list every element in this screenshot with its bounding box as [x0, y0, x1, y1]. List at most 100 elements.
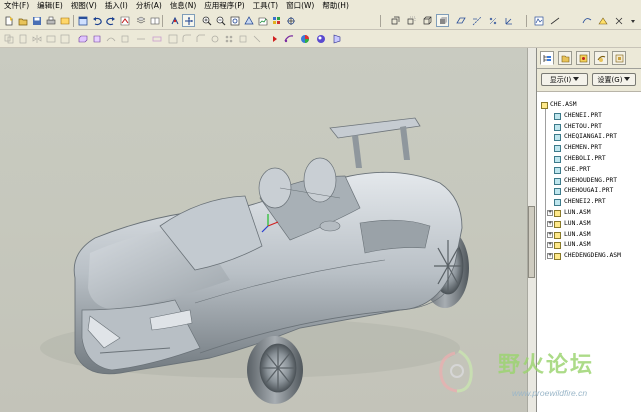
rib-icon[interactable] [150, 32, 163, 45]
expand-icon[interactable]: + [547, 220, 553, 227]
tree-node-label: CHEHOUDENG.PRT [564, 176, 618, 184]
menu-window[interactable]: 窗口(W) [282, 0, 318, 12]
cut-icon[interactable] [250, 32, 263, 45]
orient-icon[interactable] [182, 14, 195, 27]
model-setup-icon[interactable] [148, 14, 161, 27]
menu-tools[interactable]: 工具(T) [249, 0, 282, 12]
undo-icon[interactable] [90, 14, 103, 27]
sketch-icon[interactable] [532, 14, 545, 27]
tree-node[interactable]: CHETOU.PRT [537, 122, 641, 133]
shell-icon[interactable] [134, 32, 147, 45]
settings-button[interactable]: 设置(G) [592, 73, 636, 86]
pattern-icon[interactable] [222, 32, 235, 45]
scroll-thumb[interactable] [528, 206, 535, 278]
print-icon[interactable] [44, 14, 57, 27]
tree-node[interactable]: CHENEI.PRT [537, 111, 641, 122]
hole-icon[interactable] [208, 32, 221, 45]
reorient-icon[interactable] [242, 14, 255, 27]
favorites-tab[interactable] [576, 51, 590, 65]
refit-icon[interactable] [228, 14, 241, 27]
coordinate-systems-icon[interactable] [502, 14, 515, 27]
repaint-icon[interactable] [58, 14, 71, 27]
chamfer-icon[interactable] [194, 32, 207, 45]
save-icon[interactable] [30, 14, 43, 27]
copy-icon[interactable] [2, 32, 15, 45]
layers-tab[interactable] [612, 51, 626, 65]
color-appearance-icon[interactable] [298, 32, 311, 45]
tree-node[interactable]: + CHEDENGDENG.ASM [537, 251, 641, 262]
expand-icon[interactable]: + [547, 253, 553, 260]
expand-icon[interactable]: + [547, 231, 553, 238]
mirror-icon[interactable] [30, 32, 43, 45]
blend-icon[interactable] [118, 32, 131, 45]
open-icon[interactable] [16, 14, 29, 27]
insert-mode-icon[interactable] [268, 32, 281, 45]
window-icon[interactable] [76, 14, 89, 27]
tree-node[interactable]: CHEMEN.PRT [537, 143, 641, 154]
datum-points-icon[interactable] [486, 14, 499, 27]
connections-tab[interactable] [594, 51, 608, 65]
zoom-out-icon[interactable] [214, 14, 227, 27]
tree-node[interactable]: CHEQIANGAI.PRT [537, 132, 641, 143]
round-icon[interactable] [180, 32, 193, 45]
extrude-icon[interactable] [76, 32, 89, 45]
spin-center-icon[interactable] [168, 14, 181, 27]
style-icon[interactable] [282, 32, 295, 45]
tree-node[interactable]: + LUN.ASM [537, 230, 641, 241]
appearance-icon[interactable] [270, 14, 283, 27]
menu-view[interactable]: 视图(V) [67, 0, 101, 12]
group-icon[interactable] [236, 32, 249, 45]
wireframe-icon[interactable] [388, 14, 401, 27]
insert-datum-icon[interactable] [626, 14, 639, 27]
no-hidden-icon[interactable] [420, 14, 433, 27]
sweep-icon[interactable] [104, 32, 117, 45]
orientation-icon[interactable] [284, 14, 297, 27]
tree-node[interactable]: + LUN.ASM [537, 208, 641, 219]
folder-browser-tab[interactable] [558, 51, 572, 65]
tree-root-node[interactable]: CHE.ASM [537, 100, 641, 111]
menu-applications[interactable]: 应用程序(P) [200, 0, 248, 12]
tree-node[interactable]: + LUN.ASM [537, 240, 641, 251]
expand-icon[interactable]: + [547, 242, 553, 249]
merge-icon[interactable] [44, 32, 57, 45]
tree-node[interactable]: CHEHOUDENG.PRT [537, 176, 641, 187]
regenerate-icon[interactable] [118, 14, 131, 27]
menu-file[interactable]: 文件(F) [0, 0, 33, 12]
line-icon[interactable] [548, 14, 561, 27]
menu-analysis[interactable]: 分析(A) [132, 0, 166, 12]
new-icon[interactable] [2, 14, 15, 27]
menu-edit[interactable]: 编辑(E) [33, 0, 67, 12]
navigator-tabs [537, 48, 641, 69]
expand-icon[interactable]: + [547, 209, 553, 216]
menu-insert[interactable]: 插入(I) [101, 0, 132, 12]
tree-node[interactable]: CHEBOLI.PRT [537, 154, 641, 165]
analysis-icon[interactable] [596, 14, 609, 27]
perspective-icon[interactable] [330, 32, 343, 45]
photorender-icon[interactable] [314, 32, 327, 45]
redo-icon[interactable] [104, 14, 117, 27]
saved-views-icon[interactable] [256, 14, 269, 27]
feature-toolbar [0, 30, 641, 48]
trim-icon[interactable] [58, 32, 71, 45]
show-button[interactable]: 显示(I) [541, 73, 588, 86]
tree-node[interactable]: CHE.PRT [537, 165, 641, 176]
tree-node[interactable]: CHEHOUGAI.PRT [537, 186, 641, 197]
forum-logo-icon [439, 349, 473, 393]
zoom-in-icon[interactable] [200, 14, 213, 27]
layers-icon[interactable] [134, 14, 147, 27]
model-tree: CHE.ASM CHENEI.PRT CHETOU.PRT CHEQIANGAI.PR… [537, 100, 641, 262]
tree-node[interactable]: + LUN.ASM [537, 219, 641, 230]
hidden-line-icon[interactable] [404, 14, 417, 27]
shading-icon[interactable] [436, 14, 449, 27]
datum-axes-icon[interactable] [470, 14, 483, 27]
datum-planes-icon[interactable] [454, 14, 467, 27]
model-tree-tab[interactable] [540, 51, 554, 65]
feature-icon[interactable] [612, 14, 625, 27]
menu-info[interactable]: 信息(N) [166, 0, 200, 12]
tree-node[interactable]: CHENEI2.PRT [537, 197, 641, 208]
menu-help[interactable]: 帮助(H) [318, 0, 353, 12]
draft-icon[interactable] [166, 32, 179, 45]
datum-curve-icon[interactable] [580, 14, 593, 27]
paste-icon[interactable] [16, 32, 29, 45]
revolve-icon[interactable] [90, 32, 103, 45]
